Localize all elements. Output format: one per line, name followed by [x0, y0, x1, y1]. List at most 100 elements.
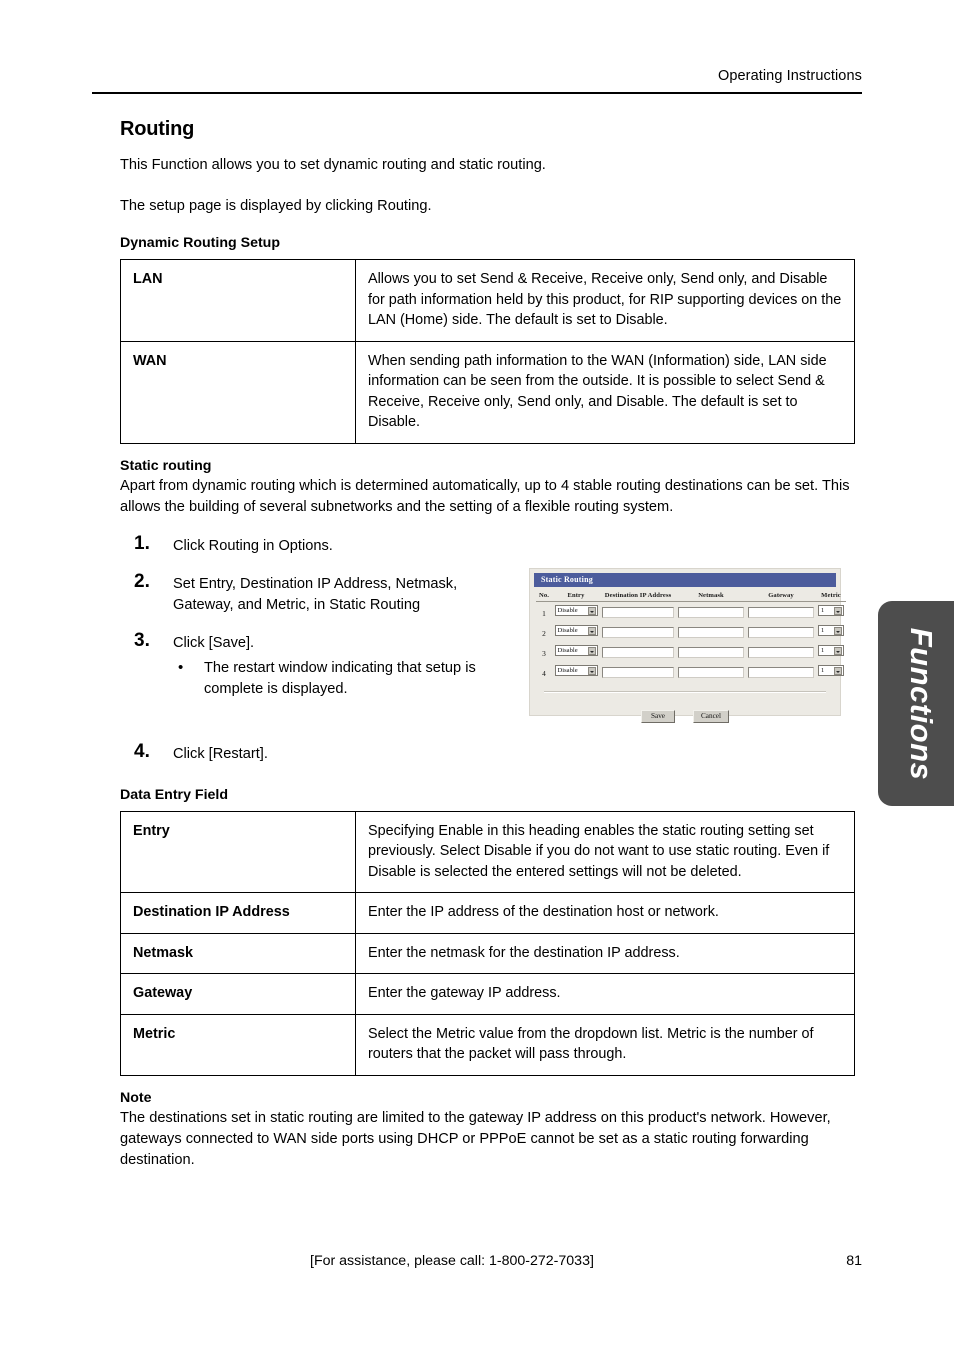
- chevron-down-icon: [587, 647, 596, 655]
- chevron-down-icon: [834, 627, 842, 635]
- netmask-input-3[interactable]: [678, 646, 744, 658]
- step-text: Click Routing in Options.: [173, 537, 333, 554]
- step-text: Click [Restart].: [173, 745, 268, 762]
- row-number-cell: 4: [536, 662, 552, 682]
- netmask-input-2[interactable]: [678, 626, 744, 638]
- description-cell: Specifying Enable in this heading enable…: [355, 810, 855, 893]
- netmask-input-1[interactable]: [678, 606, 744, 618]
- netmask-input-4[interactable]: [678, 666, 744, 678]
- document-page: Operating Instructions Routing This Func…: [0, 0, 954, 1348]
- gateway-input-1[interactable]: [748, 606, 814, 618]
- destination-cell: [600, 622, 676, 642]
- table-row: Netmask Enter the netmask for the destin…: [120, 932, 855, 974]
- metric-dropdown-4[interactable]: 1: [818, 665, 844, 676]
- entry-dropdown-4[interactable]: Disable: [554, 665, 598, 676]
- destination-cell: [600, 642, 676, 662]
- chevron-down-icon: [587, 667, 596, 675]
- intro-paragraph-2: The setup page is displayed by clicking …: [120, 198, 432, 214]
- destination-input-1[interactable]: [602, 606, 674, 618]
- chevron-down-icon: [834, 607, 842, 615]
- metric-cell: 1: [816, 622, 846, 642]
- data-entry-field-table: Entry Specifying Enable in this heading …: [120, 810, 855, 1076]
- header-rule: [92, 92, 862, 94]
- row-number: 1: [542, 609, 546, 618]
- netmask-cell: [676, 662, 746, 682]
- term-cell: WAN: [120, 340, 356, 444]
- metric-dropdown-value: 1: [821, 667, 825, 674]
- static-routing-section: Static routing Apart from dynamic routin…: [120, 458, 856, 518]
- save-button[interactable]: Save: [641, 710, 676, 723]
- metric-dropdown-1[interactable]: 1: [818, 605, 844, 616]
- note-heading: Note: [120, 1089, 152, 1106]
- row-number-cell: 1: [536, 602, 552, 623]
- gateway-cell: [746, 622, 816, 642]
- gateway-cell: [746, 602, 816, 623]
- note-text: The destinations set in static routing a…: [120, 1109, 831, 1168]
- step-text: Set Entry, Destination IP Address, Netma…: [173, 575, 458, 613]
- metric-cell: 1: [816, 642, 846, 662]
- netmask-cell: [676, 602, 746, 623]
- destination-input-4[interactable]: [602, 666, 674, 678]
- screenshot-header-row: No. Entry Destination IP Address Netmask…: [536, 591, 846, 602]
- term-cell: Gateway: [120, 973, 356, 1015]
- chevron-down-icon: [587, 607, 596, 615]
- entry-dropdown-2[interactable]: Disable: [554, 625, 598, 636]
- row-number-cell: 3: [536, 642, 552, 662]
- table-row: LAN Allows you to set Send & Receive, Re…: [120, 259, 855, 342]
- step-number: 1.: [134, 532, 150, 554]
- screenshot-body: No. Entry Destination IP Address Netmask…: [536, 587, 846, 723]
- metric-dropdown-2[interactable]: 1: [818, 625, 844, 636]
- description-cell: Allows you to set Send & Receive, Receiv…: [355, 259, 855, 342]
- gateway-input-2[interactable]: [748, 626, 814, 638]
- destination-cell: [600, 602, 676, 623]
- step-3-bullets: The restart window indicating that setup…: [173, 657, 520, 700]
- screenshot-row-2: 2 Disable 1: [536, 622, 846, 642]
- entry-cell: Disable: [552, 662, 600, 682]
- step-4: 4. Click [Restart].: [120, 740, 520, 765]
- destination-cell: [600, 662, 676, 682]
- side-tab-label: Functions: [904, 627, 939, 780]
- step-number: 3.: [134, 629, 150, 651]
- term-cell: Metric: [120, 1013, 356, 1076]
- table-row: Gateway Enter the gateway IP address.: [120, 973, 855, 1015]
- entry-dropdown-1[interactable]: Disable: [554, 605, 598, 616]
- side-tab-functions: Functions: [878, 601, 954, 806]
- screenshot-routing-table: No. Entry Destination IP Address Netmask…: [536, 591, 846, 682]
- gateway-cell: [746, 662, 816, 682]
- step-number: 4.: [134, 740, 150, 762]
- column-header-gateway: Gateway: [746, 591, 816, 602]
- metric-dropdown-value: 1: [821, 607, 825, 614]
- row-number-cell: 2: [536, 622, 552, 642]
- step-3: 3. Click [Save]. The restart window indi…: [120, 629, 520, 700]
- description-cell: Select the Metric value from the dropdow…: [355, 1013, 855, 1076]
- static-routing-intro: Apart from dynamic routing which is dete…: [120, 477, 850, 515]
- column-header-entry: Entry: [552, 591, 600, 602]
- static-routing-steps: 1. Click Routing in Options. 2. Set Entr…: [120, 532, 520, 765]
- chevron-down-icon: [587, 627, 596, 635]
- entry-dropdown-value: Disable: [557, 667, 578, 674]
- intro-paragraph-1: This Function allows you to set dynamic …: [120, 157, 546, 173]
- destination-input-2[interactable]: [602, 626, 674, 638]
- gateway-input-3[interactable]: [748, 646, 814, 658]
- metric-dropdown-3[interactable]: 1: [818, 645, 844, 656]
- entry-dropdown-value: Disable: [557, 607, 578, 614]
- description-cell: Enter the IP address of the destination …: [355, 892, 855, 934]
- static-routing-screenshot: Static Routing No. Entry Destination IP …: [529, 568, 846, 723]
- dynamic-routing-table: LAN Allows you to set Send & Receive, Re…: [120, 259, 855, 444]
- gateway-cell: [746, 642, 816, 662]
- data-entry-field-heading: Data Entry Field: [120, 786, 229, 803]
- static-routing-heading: Static routing: [120, 457, 212, 474]
- table-row: WAN When sending path information to the…: [120, 340, 855, 444]
- screenshot-titlebar: Static Routing: [534, 573, 836, 587]
- dynamic-routing-heading: Dynamic Routing Setup: [120, 235, 281, 251]
- entry-dropdown-3[interactable]: Disable: [554, 645, 598, 656]
- description-cell: Enter the netmask for the destination IP…: [355, 932, 855, 974]
- cancel-button[interactable]: Cancel: [693, 710, 729, 723]
- destination-input-3[interactable]: [602, 646, 674, 658]
- netmask-cell: [676, 642, 746, 662]
- screenshot-button-bar: Save Cancel: [536, 705, 834, 723]
- step-number: 2.: [134, 570, 150, 592]
- gateway-input-4[interactable]: [748, 666, 814, 678]
- term-cell: Entry: [120, 810, 356, 893]
- running-header: Operating Instructions: [717, 68, 862, 84]
